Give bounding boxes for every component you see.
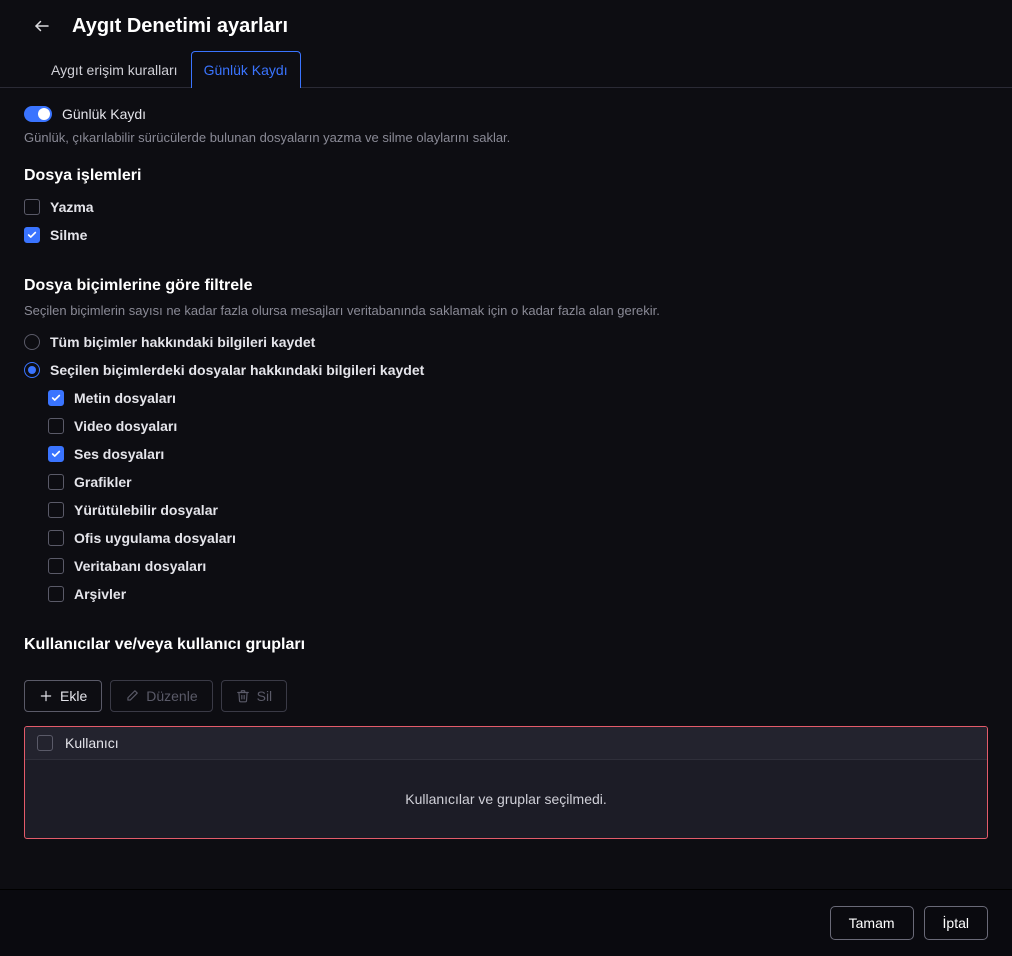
checkbox-archive[interactable] bbox=[48, 586, 64, 602]
checkbox-office-label: Ofis uygulama dosyaları bbox=[74, 530, 236, 546]
trash-icon bbox=[236, 689, 250, 703]
check-icon bbox=[27, 230, 37, 240]
logging-toggle-label: Günlük Kaydı bbox=[62, 106, 146, 122]
checkbox-graphics-row[interactable]: Grafikler bbox=[48, 474, 988, 490]
edit-button-label: Düzenle bbox=[146, 688, 197, 704]
section-users: Kullanıcılar ve/veya kullanıcı grupları bbox=[24, 636, 988, 654]
checkbox-db-label: Veritabanı dosyaları bbox=[74, 558, 206, 574]
radio-selected[interactable] bbox=[24, 362, 40, 378]
checkbox-write[interactable] bbox=[24, 199, 40, 215]
logging-description: Günlük, çıkarılabilir sürücülerde buluna… bbox=[24, 130, 988, 145]
add-button[interactable]: Ekle bbox=[24, 680, 102, 712]
section-file-ops: Dosya işlemleri bbox=[24, 167, 988, 185]
checkbox-write-row[interactable]: Yazma bbox=[24, 199, 988, 215]
arrow-left-icon bbox=[33, 17, 51, 35]
delete-button: Sil bbox=[221, 680, 288, 712]
format-list: Metin dosyaları Video dosyaları Ses dosy… bbox=[24, 390, 988, 602]
check-icon bbox=[51, 393, 61, 403]
checkbox-archive-row[interactable]: Arşivler bbox=[48, 586, 988, 602]
section-filter-sub: Seçilen biçimlerin sayısı ne kadar fazla… bbox=[24, 303, 988, 318]
checkbox-audio-label: Ses dosyaları bbox=[74, 446, 164, 462]
logging-toggle[interactable] bbox=[24, 106, 52, 122]
radio-all[interactable] bbox=[24, 334, 40, 350]
checkbox-exec-row[interactable]: Yürütülebilir dosyalar bbox=[48, 502, 988, 518]
edit-button: Düzenle bbox=[110, 680, 212, 712]
footer: Tamam İptal bbox=[0, 889, 1012, 956]
content-area: Günlük Kaydı Günlük, çıkarılabilir sürüc… bbox=[0, 88, 1012, 889]
checkbox-office[interactable] bbox=[48, 530, 64, 546]
checkbox-office-row[interactable]: Ofis uygulama dosyaları bbox=[48, 530, 988, 546]
checkbox-exec[interactable] bbox=[48, 502, 64, 518]
checkbox-text-row[interactable]: Metin dosyaları bbox=[48, 390, 988, 406]
tab-bar: Aygıt erişim kuralları Günlük Kaydı bbox=[0, 50, 1012, 88]
checkbox-audio-row[interactable]: Ses dosyaları bbox=[48, 446, 988, 462]
tab-access-rules[interactable]: Aygıt erişim kuralları bbox=[38, 51, 191, 88]
checkbox-video-label: Video dosyaları bbox=[74, 418, 177, 434]
radio-selected-row[interactable]: Seçilen biçimlerdeki dosyalar hakkındaki… bbox=[24, 362, 988, 378]
checkbox-text-label: Metin dosyaları bbox=[74, 390, 176, 406]
cancel-button[interactable]: İptal bbox=[924, 906, 988, 940]
header: Aygıt Denetimi ayarları bbox=[0, 0, 1012, 50]
users-table-header: Kullanıcı bbox=[25, 727, 987, 760]
radio-selected-label: Seçilen biçimlerdeki dosyalar hakkındaki… bbox=[50, 362, 424, 378]
select-all-checkbox[interactable] bbox=[37, 735, 53, 751]
checkbox-write-label: Yazma bbox=[50, 199, 94, 215]
checkbox-graphics-label: Grafikler bbox=[74, 474, 132, 490]
checkbox-graphics[interactable] bbox=[48, 474, 64, 490]
checkbox-video[interactable] bbox=[48, 418, 64, 434]
radio-all-label: Tüm biçimler hakkındaki bilgileri kaydet bbox=[50, 334, 315, 350]
delete-button-label: Sil bbox=[257, 688, 273, 704]
pencil-icon bbox=[125, 689, 139, 703]
users-column-header: Kullanıcı bbox=[65, 735, 119, 751]
checkbox-audio[interactable] bbox=[48, 446, 64, 462]
users-table: Kullanıcı Kullanıcılar ve gruplar seçilm… bbox=[24, 726, 988, 839]
ok-button[interactable]: Tamam bbox=[830, 906, 914, 940]
checkbox-delete[interactable] bbox=[24, 227, 40, 243]
empty-state-text: Kullanıcılar ve gruplar seçilmedi. bbox=[405, 791, 607, 807]
users-table-body: Kullanıcılar ve gruplar seçilmedi. bbox=[25, 760, 987, 838]
checkbox-video-row[interactable]: Video dosyaları bbox=[48, 418, 988, 434]
checkbox-delete-row[interactable]: Silme bbox=[24, 227, 988, 243]
checkbox-db-row[interactable]: Veritabanı dosyaları bbox=[48, 558, 988, 574]
tab-logging[interactable]: Günlük Kaydı bbox=[191, 51, 301, 88]
checkbox-delete-label: Silme bbox=[50, 227, 87, 243]
plus-icon bbox=[39, 689, 53, 703]
check-icon bbox=[51, 449, 61, 459]
back-button[interactable] bbox=[30, 14, 54, 38]
checkbox-db[interactable] bbox=[48, 558, 64, 574]
radio-all-row[interactable]: Tüm biçimler hakkındaki bilgileri kaydet bbox=[24, 334, 988, 350]
user-action-buttons: Ekle Düzenle Sil bbox=[24, 680, 988, 712]
logging-toggle-row: Günlük Kaydı bbox=[24, 106, 988, 122]
checkbox-archive-label: Arşivler bbox=[74, 586, 126, 602]
checkbox-exec-label: Yürütülebilir dosyalar bbox=[74, 502, 218, 518]
section-filter: Dosya biçimlerine göre filtrele bbox=[24, 277, 988, 295]
add-button-label: Ekle bbox=[60, 688, 87, 704]
checkbox-text[interactable] bbox=[48, 390, 64, 406]
page-title: Aygıt Denetimi ayarları bbox=[72, 15, 288, 38]
